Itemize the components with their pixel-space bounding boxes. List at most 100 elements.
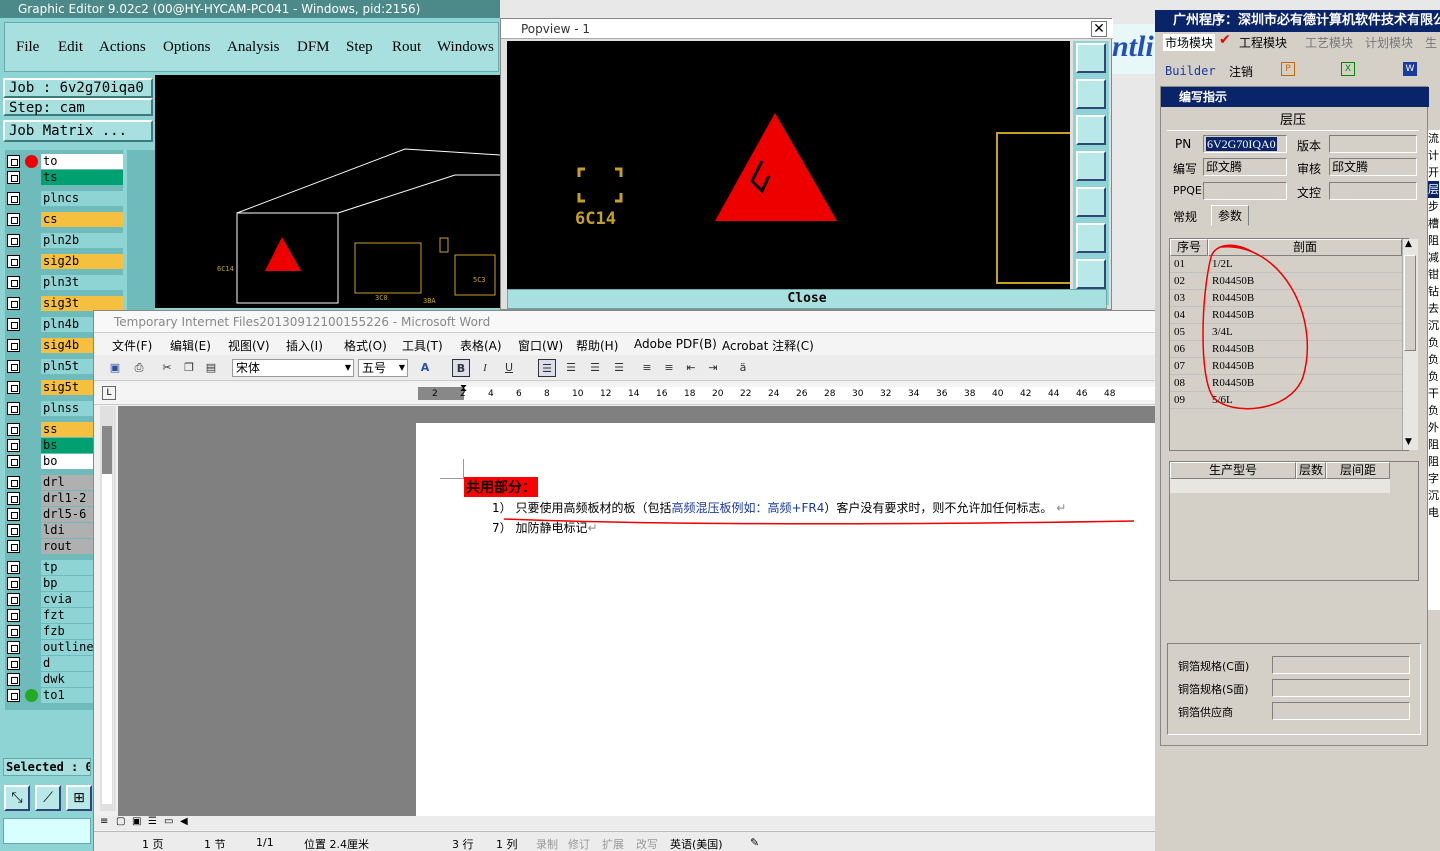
layer-checkbox[interactable] (7, 540, 20, 553)
side-menu-item[interactable]: 钳 (1428, 266, 1439, 283)
logout-button[interactable]: 注销 (1229, 63, 1253, 80)
phonetic-icon[interactable]: ä (734, 359, 752, 377)
side-menu-item[interactable]: 钻 (1428, 283, 1439, 300)
bold-button[interactable]: B (452, 359, 470, 377)
scroll-up-icon[interactable]: ▲ (1405, 239, 1412, 249)
close-icon[interactable]: ✕ (1091, 21, 1107, 37)
layer-checkbox[interactable] (7, 297, 20, 310)
side-menu-item[interactable]: 干 (1428, 385, 1439, 402)
print-icon[interactable]: ⎙ (130, 359, 148, 377)
tab-market[interactable]: 市场模块 (1163, 34, 1216, 51)
layer-checkbox[interactable] (7, 524, 20, 537)
layer-checkbox[interactable] (7, 625, 20, 638)
command-input[interactable] (3, 818, 91, 844)
scroll-left-icon[interactable]: ◀ (180, 816, 188, 827)
side-menu-item[interactable]: 沉 (1428, 317, 1439, 334)
spelling-icon[interactable]: ✎ (750, 836, 759, 849)
copy-icon[interactable]: ❐ (180, 359, 198, 377)
outline-view-icon[interactable]: ☰ (148, 816, 157, 827)
status-rec[interactable]: 录制 (536, 836, 558, 851)
paste-icon[interactable]: ▤ (202, 359, 220, 377)
scroll-thumb[interactable] (1404, 255, 1416, 351)
menu-tools[interactable]: 工具(T) (402, 337, 443, 354)
side-menu-item[interactable]: 计 (1428, 147, 1439, 164)
layer-checkbox[interactable] (7, 192, 20, 205)
menu-view[interactable]: 视图(V) (228, 337, 270, 354)
layer-checkbox[interactable] (7, 561, 20, 574)
tab-selector-icon[interactable]: L (102, 386, 116, 400)
layer-checkbox[interactable] (7, 155, 20, 168)
job-matrix-button[interactable]: Job Matrix ... (3, 120, 153, 142)
layer-checkbox[interactable] (7, 439, 20, 452)
col-header-layers[interactable]: 层数 (1296, 462, 1326, 479)
col-header-model[interactable]: 生产型号 (1170, 462, 1296, 479)
layer-name[interactable]: pln3t (41, 275, 123, 290)
side-menu-item[interactable]: 阻 (1428, 453, 1439, 470)
status-ovr[interactable]: 改写 (636, 836, 658, 851)
layer-checkbox[interactable] (7, 423, 20, 436)
tab-engineering[interactable]: 工程模块 (1239, 34, 1287, 51)
side-menu-item[interactable]: 字 (1428, 470, 1439, 487)
align-right-icon[interactable]: ☰ (586, 359, 604, 377)
side-menu-item[interactable]: 负 (1428, 334, 1439, 351)
zoom-home-icon[interactable] (1076, 223, 1106, 253)
layer-checkbox[interactable] (7, 508, 20, 521)
layer-row-ts[interactable]: ts (7, 170, 125, 185)
layer-row-sig2b[interactable]: sig2b (7, 254, 125, 269)
menu-help[interactable]: 帮助(H) (576, 337, 618, 354)
layer-row-pln2b[interactable]: pln2b (7, 233, 125, 248)
normal-view-icon[interactable]: ≡ (100, 816, 108, 827)
menu-table[interactable]: 表格(A) (460, 337, 502, 354)
bullet-list-icon[interactable]: ≡ (660, 359, 678, 377)
layer-checkbox[interactable] (7, 673, 20, 686)
popview-canvas[interactable]: 6C14 (507, 41, 1078, 305)
side-menu-item[interactable]: 沉 (1428, 487, 1439, 504)
side-menu-item[interactable]: 负 (1428, 368, 1439, 385)
menu-edit[interactable]: 编辑(E) (170, 337, 211, 354)
side-menu-item[interactable]: 去 (1428, 300, 1439, 317)
status-ext[interactable]: 扩展 (602, 836, 624, 851)
layer-checkbox[interactable] (7, 689, 20, 702)
menu-edit[interactable]: Edit (58, 39, 83, 56)
layer-checkbox[interactable] (7, 255, 20, 268)
menu-analysis[interactable]: Analysis (227, 39, 280, 56)
side-menu-item[interactable]: 步 (1428, 198, 1439, 215)
layer-row-sig3t[interactable]: sig3t (7, 296, 125, 311)
tab-general[interactable]: 常规 (1169, 207, 1201, 226)
layer-checkbox[interactable] (7, 609, 20, 622)
layer-checkbox[interactable] (7, 381, 20, 394)
scroll-down-icon[interactable]: ▼ (1405, 437, 1412, 447)
side-menu-item[interactable]: 电 (1428, 504, 1439, 521)
pan-down-icon[interactable] (1076, 115, 1106, 145)
pan-right-icon[interactable] (1076, 187, 1106, 217)
web-view-icon[interactable]: ▢ (116, 816, 125, 827)
graphic-canvas[interactable]: 6C14 3C0 3BA 5C3 (155, 75, 501, 308)
layer-checkbox[interactable] (7, 492, 20, 505)
word-icon[interactable]: W (1403, 62, 1417, 76)
side-menu-item[interactable]: 槽 (1428, 215, 1439, 232)
font-size-select[interactable]: 五号 ▼ (358, 359, 408, 377)
layer-checkbox[interactable] (7, 318, 20, 331)
decrease-indent-icon[interactable]: ⇤ (682, 359, 700, 377)
writer-field[interactable]: 邱文腾 (1203, 158, 1287, 176)
grid-icon[interactable]: ⊞ (66, 785, 92, 811)
menu-adobe-pdf[interactable]: Adobe PDF(B) (634, 337, 717, 351)
menu-window[interactable]: 窗口(W) (518, 337, 563, 354)
menu-step[interactable]: Step (346, 39, 373, 56)
italic-button[interactable]: I (476, 359, 494, 377)
side-menu-item[interactable]: 负 (1428, 402, 1439, 419)
zoom-in-icon[interactable] (1076, 43, 1106, 73)
layer-checkbox[interactable] (7, 641, 20, 654)
zoom-out-icon[interactable] (1076, 259, 1106, 289)
layer-row-plncs[interactable]: plncs (7, 191, 125, 206)
layer-checkbox[interactable] (7, 476, 20, 489)
layer-checkbox[interactable] (7, 657, 20, 670)
side-menu-item[interactable]: 外 (1428, 419, 1439, 436)
menu-file[interactable]: 文件(F) (112, 337, 152, 354)
increase-indent-icon[interactable]: ⇥ (704, 359, 722, 377)
ppt-icon[interactable]: P (1281, 62, 1295, 76)
layer-checkbox[interactable] (7, 234, 20, 247)
tab-plan[interactable]: 计划模块 (1365, 34, 1413, 51)
status-trk[interactable]: 修订 (568, 836, 590, 851)
side-menu-item[interactable]: 流 (1428, 130, 1439, 147)
